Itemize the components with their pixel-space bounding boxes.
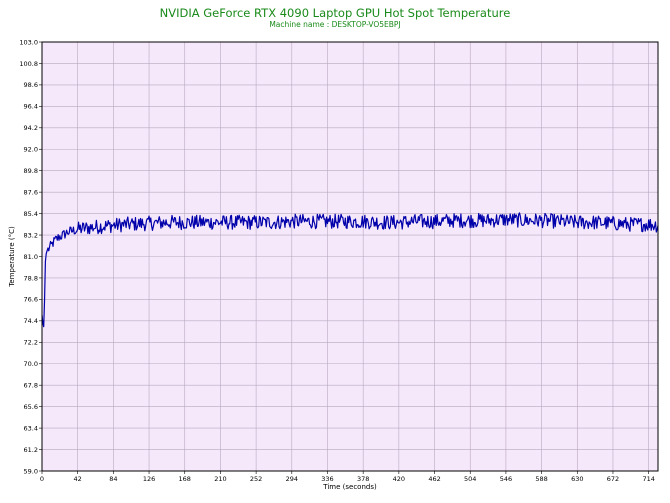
x-tick-label: 210 [214, 475, 226, 483]
y-tick-label: 103.0 [19, 38, 38, 46]
x-tick-label: 294 [286, 475, 298, 483]
y-tick-label: 94.2 [24, 124, 38, 132]
y-axis-ticks: 103.0 100.8 98.6 96.4 94.2 92.0 89.8 87.6 85.4 83… [19, 38, 42, 475]
x-tick-label: 84 [109, 475, 117, 483]
x-tick-label: 714 [642, 475, 654, 483]
y-tick-label: 89.8 [24, 167, 38, 175]
x-tick-label: 630 [571, 475, 583, 483]
y-tick-label: 83.2 [24, 231, 38, 239]
x-tick-label: 252 [250, 475, 262, 483]
y-axis-title: Temperature (°C) [8, 226, 16, 288]
y-tick-label: 67.8 [24, 382, 38, 390]
x-tick-label: 588 [535, 475, 547, 483]
chart: 103.0 100.8 98.6 96.4 94.2 92.0 89.8 87.6 85.4 83… [8, 38, 659, 491]
grid-lines [42, 42, 658, 471]
y-tick-label: 81.0 [24, 253, 38, 261]
y-tick-label: 74.4 [24, 317, 38, 325]
y-tick-label: 70.0 [24, 360, 38, 368]
y-tick-label: 92.0 [24, 146, 38, 154]
x-tick-label: 462 [428, 475, 440, 483]
x-tick-label: 126 [143, 475, 155, 483]
y-tick-label: 85.4 [24, 210, 38, 218]
x-tick-label: 546 [500, 475, 512, 483]
y-tick-label: 87.6 [24, 188, 38, 196]
y-tick-label: 59.0 [24, 467, 38, 475]
y-tick-label: 61.2 [24, 446, 38, 454]
x-tick-label: 42 [74, 475, 82, 483]
x-tick-label: 336 [321, 475, 333, 483]
x-axis-title: Time (seconds) [322, 483, 377, 491]
y-tick-label: 72.2 [24, 339, 38, 347]
y-tick-label: 96.4 [24, 103, 38, 111]
x-tick-label: 504 [464, 475, 476, 483]
x-axis-ticks: 0 42 84 126 168 210 252 294 336 378 420 462 504 546 58… [40, 471, 655, 483]
x-tick-label: 420 [393, 475, 405, 483]
y-tick-label: 65.6 [24, 403, 38, 411]
x-tick-label: 672 [607, 475, 619, 483]
y-tick-label: 78.8 [24, 274, 38, 282]
y-tick-label: 100.8 [19, 60, 38, 68]
y-tick-label: 98.6 [24, 81, 38, 89]
x-tick-label: 378 [357, 475, 369, 483]
y-tick-label: 76.6 [24, 296, 38, 304]
x-tick-label: 0 [40, 475, 44, 483]
x-tick-label: 168 [179, 475, 191, 483]
y-tick-label: 63.4 [24, 424, 38, 432]
